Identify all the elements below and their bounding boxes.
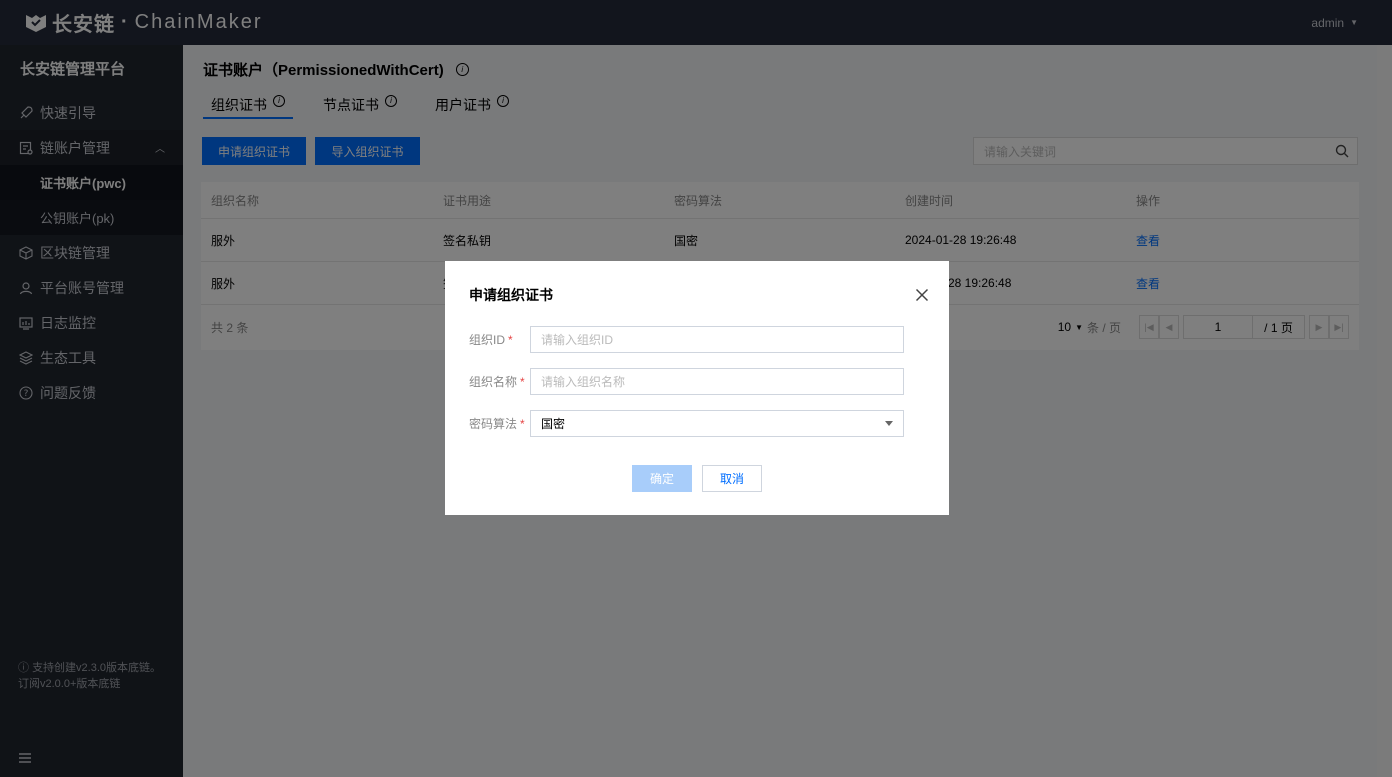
field-label-text: 密码算法 (469, 417, 518, 431)
field-label: 组织ID * (469, 331, 530, 348)
field-label: 组织名称 * (469, 373, 530, 390)
form-row-org-name: 组织名称 * 请输入组织名称 (469, 368, 904, 395)
org-id-placeholder: 请输入组织ID (541, 333, 614, 347)
confirm-button[interactable]: 确定 (632, 465, 692, 492)
form-row-algorithm: 密码算法 * 国密 (469, 410, 904, 437)
required-mark: * (508, 332, 513, 347)
required-mark: * (520, 374, 525, 389)
org-name-input[interactable]: 请输入组织名称 (530, 368, 904, 395)
required-mark: * (520, 416, 525, 431)
cancel-button[interactable]: 取消 (702, 465, 762, 492)
apply-org-cert-dialog: 申请组织证书 组织ID * 请输入组织ID 组织名称 * 请输入组织名称 密码算法 *… (445, 261, 949, 515)
algorithm-value: 国密 (541, 417, 566, 431)
form-row-org-id: 组织ID * 请输入组织ID (469, 326, 904, 353)
org-id-input[interactable]: 请输入组织ID (530, 326, 904, 353)
field-label-text: 组织名称 (469, 375, 518, 389)
algorithm-select[interactable]: 国密 (530, 410, 904, 437)
dialog-title: 申请组织证书 (469, 287, 553, 303)
field-label-text: 组织ID (469, 333, 506, 347)
field-label: 密码算法 * (469, 415, 530, 432)
caret-down-icon (885, 421, 893, 426)
close-icon[interactable] (915, 288, 929, 302)
org-name-placeholder: 请输入组织名称 (541, 375, 626, 389)
